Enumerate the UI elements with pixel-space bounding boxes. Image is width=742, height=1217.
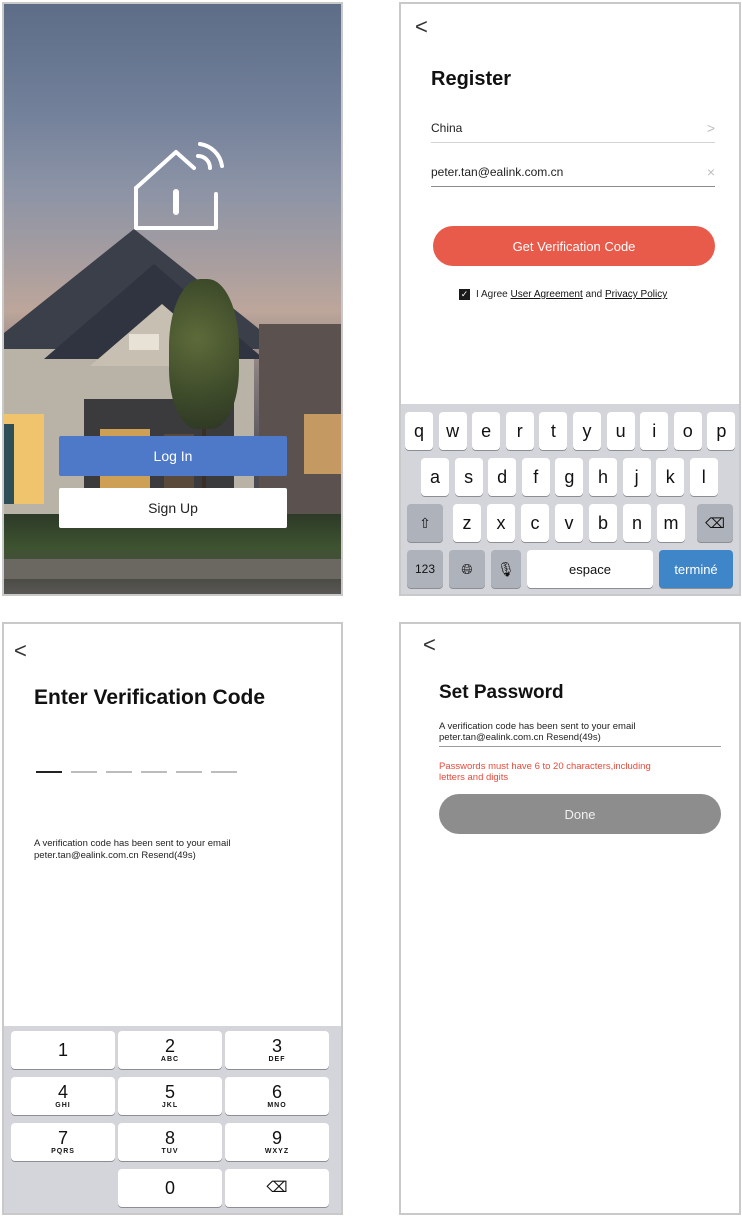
delete-key[interactable]: ⌫	[225, 1169, 329, 1207]
code-digit-slot[interactable]	[106, 771, 132, 773]
key-m[interactable]: m	[657, 504, 685, 542]
done-button[interactable]: Done	[439, 794, 721, 834]
key-p[interactable]: p	[707, 412, 736, 450]
and-label: and	[585, 289, 603, 300]
numpad-key-2[interactable]: 2 ABC	[118, 1031, 222, 1069]
get-verification-code-button[interactable]: Get Verification Code	[433, 226, 715, 266]
shift-key[interactable]: ⇧	[407, 504, 443, 542]
key-v[interactable]: v	[555, 504, 583, 542]
numpad-key-1[interactable]: 1	[11, 1031, 115, 1069]
microphone-icon[interactable]: 🎙︎	[491, 550, 521, 588]
key-f[interactable]: f	[521, 458, 550, 496]
key-u[interactable]: u	[606, 412, 635, 450]
login-button[interactable]: Log In	[59, 436, 287, 476]
key-j[interactable]: j	[622, 458, 651, 496]
resend-link[interactable]: peter.tan@ealink.com.cn Resend(49s)	[439, 732, 721, 743]
key-h[interactable]: h	[589, 458, 617, 496]
country-selector[interactable]: China >	[431, 114, 715, 143]
numpad-key-8[interactable]: 8 TUV	[118, 1123, 222, 1161]
agree-checkbox[interactable]: ✓	[459, 289, 470, 300]
key-z[interactable]: z	[453, 504, 481, 542]
key-y[interactable]: y	[573, 412, 601, 450]
key-t[interactable]: t	[539, 412, 568, 450]
numpad-key-6[interactable]: 6 MNO	[225, 1077, 329, 1115]
numpad-key-3[interactable]: 3 DEF	[225, 1031, 329, 1069]
key-q[interactable]: q	[405, 412, 433, 450]
backspace-key[interactable]: ⌫	[697, 504, 733, 542]
code-digit-slot[interactable]	[36, 771, 62, 773]
keyboard: ⇧ ⌫ 123 🌐︎ 🎙︎ espace terminé qwertyuiop a…	[401, 404, 739, 594]
numpad-key-4[interactable]: 4 GHI	[11, 1077, 115, 1115]
done-key[interactable]: terminé	[659, 550, 733, 588]
globe-icon[interactable]: 🌐︎	[449, 550, 485, 588]
key-b[interactable]: b	[589, 504, 617, 542]
password-field[interactable]: A verification code has been sent to you…	[439, 721, 721, 747]
resend-link[interactable]: peter.tan@ealink.com.cn Resend(49s)	[34, 850, 230, 862]
key-s[interactable]: s	[454, 458, 483, 496]
numpad-key-7[interactable]: 7 PQRS	[11, 1123, 115, 1161]
password-error-message: Passwords must have 6 to 20 characters,i…	[439, 761, 651, 783]
key-n[interactable]: n	[623, 504, 651, 542]
back-icon[interactable]: <	[415, 16, 428, 38]
page-title: Register	[431, 68, 512, 90]
user-agreement-link[interactable]: User Agreement	[510, 289, 582, 300]
space-key[interactable]: espace	[527, 550, 653, 588]
agree-label: I Agree	[476, 289, 508, 300]
verification-screen: < Enter Verification Code A verification…	[2, 622, 343, 1215]
code-digit-slot[interactable]	[141, 771, 167, 773]
back-icon[interactable]: <	[14, 640, 27, 662]
key-i[interactable]: i	[640, 412, 669, 450]
key-k[interactable]: k	[656, 458, 685, 496]
numbers-key[interactable]: 123	[407, 550, 443, 588]
key-l[interactable]: l	[689, 458, 718, 496]
privacy-policy-link[interactable]: Privacy Policy	[605, 289, 667, 300]
key-g[interactable]: g	[555, 458, 584, 496]
email-field[interactable]: peter.tan@ealink.com.cn ×	[431, 158, 715, 187]
numpad-key-5[interactable]: 5 JKL	[118, 1077, 222, 1115]
key-w[interactable]: w	[438, 412, 467, 450]
numpad-key-0[interactable]: 0	[118, 1169, 222, 1207]
key-a[interactable]: a	[421, 458, 449, 496]
signup-button[interactable]: Sign Up	[59, 488, 287, 528]
code-digit-slot[interactable]	[71, 771, 97, 773]
numpad-key-9[interactable]: 9 WXYZ	[225, 1123, 329, 1161]
key-o[interactable]: o	[673, 412, 702, 450]
key-r[interactable]: r	[505, 412, 534, 450]
register-screen: < Register China > peter.tan@ealink.com.…	[399, 2, 741, 596]
page-title: Set Password	[439, 682, 564, 703]
email-value: peter.tan@ealink.com.cn	[431, 165, 564, 179]
key-x[interactable]: x	[487, 504, 515, 542]
splash-screen: Log In Sign Up	[2, 2, 343, 596]
key-d[interactable]: d	[488, 458, 517, 496]
numeric-keypad: ⌫ 1 2 ABC 3 DEF 4 GHI 5 JKL 6 MNO 7 PQRS 8 TUV 9 WXYZ 0	[4, 1026, 341, 1213]
back-icon[interactable]: <	[423, 634, 436, 656]
key-c[interactable]: c	[521, 504, 549, 542]
country-value: China	[431, 121, 463, 135]
clear-icon[interactable]: ×	[707, 164, 715, 180]
code-digit-slot[interactable]	[176, 771, 202, 773]
set-password-screen: < Set Password A verification code has b…	[399, 622, 741, 1215]
page-title: Enter Verification Code	[34, 686, 266, 709]
chevron-right-icon: >	[706, 120, 715, 136]
key-e[interactable]: e	[472, 412, 501, 450]
code-digit-slot[interactable]	[211, 771, 237, 773]
agreement-row: ✓ I Agree User Agreement and Privacy Pol…	[459, 289, 667, 300]
smart-home-logo-icon	[134, 142, 224, 230]
verification-message: A verification code has been sent to you…	[34, 838, 231, 862]
